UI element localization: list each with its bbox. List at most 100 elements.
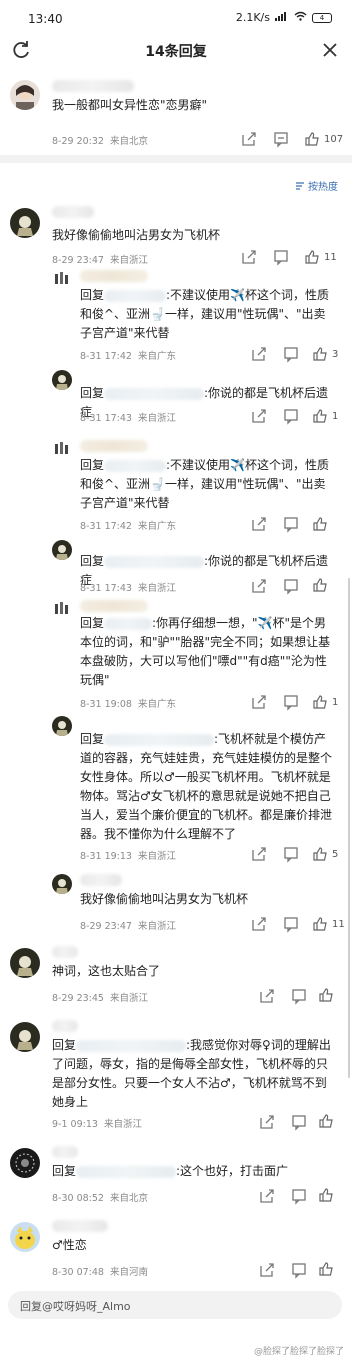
comment-icon[interactable] xyxy=(282,915,300,933)
comment-icon[interactable] xyxy=(290,1187,308,1205)
share-icon[interactable] xyxy=(258,1113,276,1131)
avatar[interactable] xyxy=(10,1222,40,1252)
like-button[interactable]: 3 xyxy=(312,346,338,362)
comment-icon[interactable] xyxy=(282,407,300,425)
comment-icon[interactable] xyxy=(290,1261,308,1279)
avatar[interactable] xyxy=(10,1148,40,1178)
share-icon[interactable] xyxy=(250,915,268,933)
avatar[interactable] xyxy=(52,440,72,460)
mention-name[interactable] xyxy=(104,387,205,400)
status-time: 13:40 xyxy=(28,12,63,26)
comment-icon[interactable] xyxy=(282,845,300,863)
mention-name[interactable] xyxy=(104,617,153,630)
mention-name[interactable] xyxy=(104,289,167,302)
like-button[interactable] xyxy=(312,516,332,532)
like-count: 1 xyxy=(332,410,339,422)
like-count: 3 xyxy=(332,348,339,360)
share-icon[interactable] xyxy=(240,248,258,266)
username[interactable] xyxy=(52,206,94,218)
avatar[interactable] xyxy=(52,716,72,736)
share-icon[interactable] xyxy=(250,693,268,711)
comment-text: 我好像偷偷地叫沾男女为飞机杯 xyxy=(52,228,221,242)
share-icon[interactable] xyxy=(258,1261,276,1279)
scrollbar[interactable] xyxy=(348,578,350,1078)
like-button[interactable]: 11 xyxy=(312,916,345,932)
share-icon[interactable] xyxy=(250,345,268,363)
sort-button[interactable]: 按热度 xyxy=(295,178,338,193)
like-button[interactable]: 5 xyxy=(312,846,338,862)
like-button[interactable]: 1 xyxy=(312,694,338,710)
username[interactable] xyxy=(52,1146,78,1158)
comment-icon[interactable] xyxy=(282,515,300,533)
comment-icon[interactable] xyxy=(282,693,300,711)
username[interactable] xyxy=(80,874,122,886)
avatar[interactable] xyxy=(10,948,40,978)
share-icon[interactable] xyxy=(258,1187,276,1205)
thumbs-up-icon[interactable] xyxy=(318,987,336,1005)
mention-name[interactable] xyxy=(104,459,167,472)
avatar[interactable] xyxy=(52,600,72,620)
thumbs-up-icon[interactable] xyxy=(318,1113,336,1131)
sort-icon xyxy=(296,181,304,190)
like-button[interactable]: 107 xyxy=(304,131,343,147)
page-title: 14条回复 xyxy=(145,44,207,60)
comment-icon[interactable] xyxy=(282,577,300,595)
comment-icon[interactable] xyxy=(272,248,290,266)
thumbs-up-icon xyxy=(313,347,327,361)
username[interactable] xyxy=(52,1020,78,1032)
network-speed: 2.1K/s xyxy=(235,11,270,24)
comment-meta: 8-31 19:13 来自浙江 xyxy=(80,851,177,862)
like-count: 1 xyxy=(332,696,339,708)
reply-input[interactable]: 回复@哎呀妈呀_Almo xyxy=(8,1291,342,1319)
thumbs-up-icon xyxy=(305,132,319,146)
avatar[interactable] xyxy=(52,370,72,390)
avatar[interactable] xyxy=(52,540,72,560)
thumbs-up-icon xyxy=(313,409,327,423)
avatar[interactable] xyxy=(52,874,72,894)
comment-text: 回复:飞机杯就是个模仿产道的容器，充气娃娃贵，充气娃娃模仿的是整个女性身体。所以… xyxy=(80,732,333,841)
comment-icon[interactable] xyxy=(290,987,308,1005)
thumbs-up-icon[interactable] xyxy=(318,1261,336,1279)
avatar[interactable] xyxy=(10,208,40,238)
share-icon[interactable] xyxy=(250,515,268,533)
thumbs-up-icon xyxy=(313,695,327,709)
comment-meta: 8-30 07:48 来自河南 xyxy=(52,1267,149,1278)
mention-name[interactable] xyxy=(104,555,205,568)
like-count: 5 xyxy=(332,848,339,860)
comment-icon[interactable] xyxy=(272,130,290,148)
share-icon[interactable] xyxy=(258,987,276,1005)
avatar[interactable] xyxy=(10,80,40,110)
comment-icon[interactable] xyxy=(290,1113,308,1131)
thumbs-up-icon[interactable] xyxy=(318,1187,336,1205)
comment-meta: 8-30 08:52 来自北京 xyxy=(52,1193,149,1204)
comment-meta: 8-31 17:42 来自广东 xyxy=(80,351,177,362)
username[interactable] xyxy=(52,80,134,92)
comment-text: 我好像偷偷地叫沾男女为飞机杯 xyxy=(80,892,249,906)
share-icon[interactable] xyxy=(250,577,268,595)
like-count: 11 xyxy=(324,251,337,263)
username[interactable] xyxy=(52,1220,108,1232)
close-icon[interactable] xyxy=(318,38,342,62)
section-divider xyxy=(0,155,352,163)
comment-meta: 8-31 19:08 来自广东 xyxy=(80,699,177,710)
mention-name[interactable] xyxy=(76,1165,177,1178)
like-button[interactable]: 1 xyxy=(312,408,338,424)
signal-icon xyxy=(275,11,289,24)
share-icon[interactable] xyxy=(250,407,268,425)
avatar[interactable] xyxy=(10,1022,40,1052)
share-icon[interactable] xyxy=(250,845,268,863)
username[interactable] xyxy=(52,946,78,958)
comment-meta: 8-29 20:32 来自北京 xyxy=(52,136,149,147)
thumbs-up-icon[interactable] xyxy=(312,577,330,595)
username[interactable] xyxy=(80,270,148,282)
comment-text: 神词，这也太贴合了 xyxy=(52,964,161,978)
username[interactable] xyxy=(80,600,148,612)
comment-text: 回复:不建议使用✈️杯这个词，性质和俊^、亚洲🚽一样，建议用"性玩偶"、"出卖子… xyxy=(80,458,330,510)
avatar[interactable] xyxy=(52,270,72,290)
mention-name[interactable] xyxy=(104,733,215,746)
like-button[interactable]: 11 xyxy=(304,249,337,265)
share-icon[interactable] xyxy=(240,130,258,148)
mention-name[interactable] xyxy=(76,1039,187,1052)
comment-icon[interactable] xyxy=(282,345,300,363)
username[interactable] xyxy=(80,440,148,452)
